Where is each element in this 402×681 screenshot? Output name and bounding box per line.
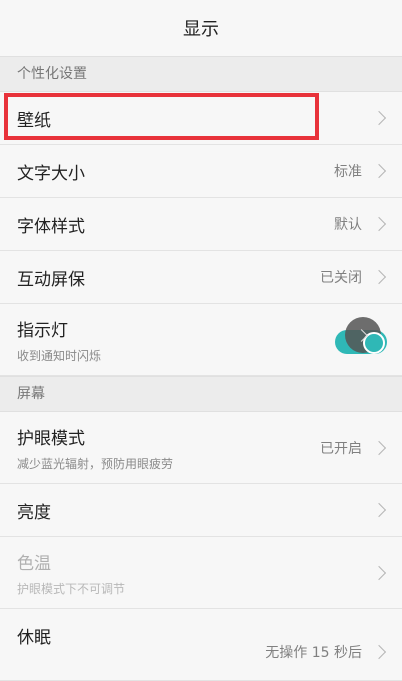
indicator-light-sub: 收到通知时闪烁 (17, 348, 102, 363)
wallpaper-row[interactable]: 壁纸 (0, 92, 402, 145)
brightness-label: 亮度 (17, 502, 51, 523)
interactive-screensaver-value: 已关闭 (320, 270, 362, 286)
header-bar: 显示 (0, 0, 402, 56)
chevron-right-icon (371, 163, 387, 179)
chevron-right-icon (371, 110, 387, 126)
color-temp-sub: 护眼模式下不可调节 (17, 581, 126, 596)
font-size-row[interactable]: 文字大小 标准 (0, 145, 402, 198)
sleep-value: 无操作 15 秒后 (265, 644, 362, 661)
section-screen-label: 屏幕 (0, 376, 402, 412)
font-size-value: 标准 (334, 164, 362, 180)
eye-care-row[interactable]: 护眼模式 减少蓝光辐射，预防用眼疲劳 已开启 (0, 412, 402, 484)
eye-care-sub: 减少蓝光辐射，预防用眼疲劳 (17, 456, 174, 471)
font-style-label: 字体样式 (17, 216, 85, 237)
sleep-label: 休眠 (17, 628, 51, 648)
brightness-row[interactable]: 亮度 (0, 484, 402, 537)
font-style-row[interactable]: 字体样式 默认 (0, 198, 402, 251)
sleep-row[interactable]: 休眠 无操作 15 秒后 (0, 609, 402, 681)
section-personalization-label: 个性化设置 (0, 56, 402, 92)
highlight-box (4, 93, 319, 140)
chevron-right-icon (371, 565, 387, 580)
chevron-right-icon (371, 269, 387, 285)
font-style-value: 默认 (334, 217, 362, 233)
color-temp-label: 色温 (17, 553, 51, 574)
chevron-right-icon (371, 502, 387, 518)
color-temp-row: 色温 护眼模式下不可调节 (0, 537, 402, 609)
chevron-right-icon (371, 216, 387, 232)
eye-care-label: 护眼模式 (17, 428, 85, 449)
page-title: 显示 (183, 19, 219, 40)
interactive-screensaver-label: 互动屏保 (17, 269, 85, 290)
indicator-light-row: 指示灯 收到通知时闪烁 (0, 304, 402, 376)
indicator-light-label: 指示灯 (17, 320, 68, 341)
chevron-right-icon (371, 440, 387, 455)
eye-care-value: 已开启 (320, 440, 362, 457)
chevron-right-icon (371, 644, 387, 659)
interactive-screensaver-row[interactable]: 互动屏保 已关闭 (0, 251, 402, 304)
font-size-label: 文字大小 (17, 163, 85, 184)
indicator-light-toggle[interactable] (335, 316, 387, 354)
